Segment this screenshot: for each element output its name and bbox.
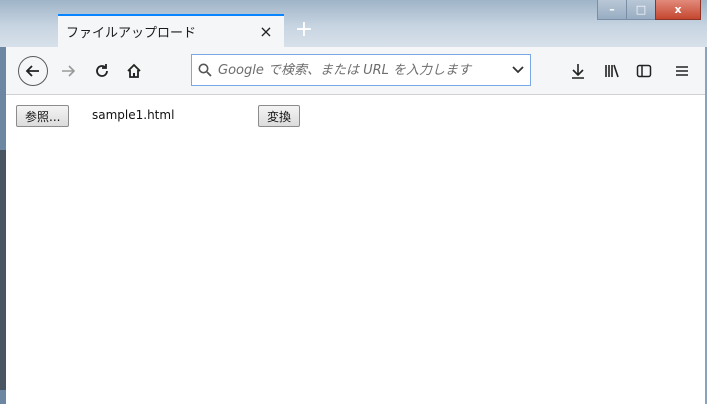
browse-file-button[interactable]: 参照... xyxy=(16,105,70,127)
sidebar-button[interactable] xyxy=(632,59,656,83)
url-dropdown-button[interactable] xyxy=(506,66,530,74)
forward-arrow-icon xyxy=(62,65,76,77)
convert-button[interactable]: 変換 xyxy=(258,105,301,127)
chevron-down-icon xyxy=(512,66,524,74)
page-content: 参照... sample1.html 変換 xyxy=(6,95,705,404)
tab-close-icon[interactable]: × xyxy=(256,22,276,42)
maximize-button[interactable]: □ xyxy=(626,0,656,20)
home-icon xyxy=(127,63,141,78)
sidebar-icon xyxy=(636,64,652,78)
back-arrow-icon xyxy=(25,65,39,77)
url-bar[interactable] xyxy=(191,54,531,86)
minimize-button[interactable]: – xyxy=(597,0,627,20)
search-icon xyxy=(192,63,218,77)
new-tab-button[interactable]: + xyxy=(292,18,316,42)
downloads-button[interactable] xyxy=(566,59,590,83)
navigation-bar xyxy=(6,47,705,95)
tab-file-upload[interactable]: ファイルアップロード × xyxy=(58,14,284,47)
reload-icon xyxy=(96,64,108,77)
forward-button[interactable] xyxy=(56,59,80,83)
back-button[interactable] xyxy=(18,56,48,86)
close-window-button[interactable]: x xyxy=(655,0,701,20)
tab-strip: ファイルアップロード × + – □ x xyxy=(0,0,707,47)
reload-button[interactable] xyxy=(90,59,114,83)
download-icon xyxy=(572,64,584,79)
library-button[interactable] xyxy=(600,59,624,83)
menu-icon xyxy=(676,66,688,76)
menu-button[interactable] xyxy=(670,59,694,83)
library-icon xyxy=(605,64,619,78)
url-input[interactable] xyxy=(218,62,506,78)
home-button[interactable] xyxy=(122,59,146,83)
window-controls: – □ x xyxy=(597,0,701,22)
selected-file-name: sample1.html xyxy=(92,108,175,122)
tab-title: ファイルアップロード xyxy=(66,26,197,41)
